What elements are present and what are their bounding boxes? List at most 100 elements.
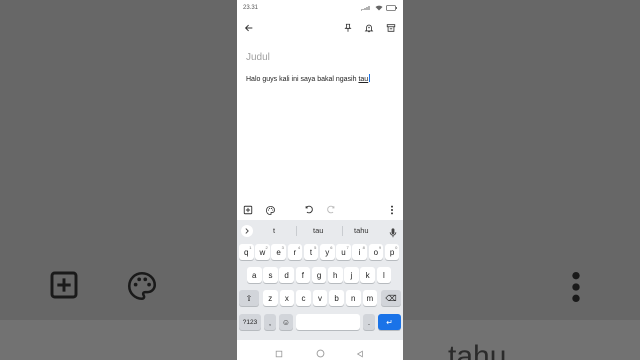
key-t[interactable]: t5 — [303, 244, 319, 260]
key-i[interactable]: i8 — [352, 244, 367, 260]
key-h[interactable]: h — [328, 267, 343, 283]
key-number-hint: 3 — [281, 245, 284, 250]
key-label: d — [284, 270, 289, 280]
on-screen-keyboard: t tau tahu q1w2e3r4t5y6u7i8o9p0 asdfghjk… — [237, 220, 403, 340]
key-label: i — [358, 247, 361, 257]
key-label: z — [268, 293, 273, 303]
key-label: c — [301, 293, 306, 303]
enter-key[interactable]: ↵ — [378, 314, 401, 330]
key-label: x — [284, 293, 289, 303]
key-y[interactable]: y6 — [320, 244, 335, 260]
comma-key[interactable]: , — [264, 314, 276, 330]
back-nav-icon[interactable] — [356, 345, 364, 360]
backspace-key[interactable]: ⌫ — [381, 290, 401, 306]
bell-icon[interactable] — [362, 21, 376, 35]
recents-nav-icon[interactable] — [275, 345, 283, 360]
archive-icon[interactable] — [384, 21, 398, 35]
key-d[interactable]: d — [279, 267, 294, 283]
status-time: 23.31 — [243, 5, 259, 11]
key-e[interactable]: e3 — [271, 244, 286, 260]
key-n[interactable]: n — [346, 290, 361, 306]
key-p[interactable]: p0 — [384, 244, 400, 260]
key-m[interactable]: m — [362, 290, 378, 306]
background-bar-right — [403, 320, 640, 360]
palette-icon[interactable] — [264, 204, 276, 216]
key-number-hint: 1 — [249, 245, 252, 250]
note-body-field[interactable]: Halo guys kali ini saya bakal ngasih tau — [246, 74, 371, 83]
suggestion-1[interactable]: t — [273, 226, 275, 235]
shift-key[interactable]: ⇧ — [239, 290, 259, 306]
suggestion-3[interactable]: tahu — [354, 226, 369, 235]
suggestion-2[interactable]: tau — [313, 226, 323, 235]
note-title-field[interactable]: Judul — [246, 52, 270, 63]
key-c[interactable]: c — [296, 290, 311, 306]
key-label: y — [325, 247, 330, 257]
key-label: s — [268, 270, 273, 280]
emoji-key[interactable]: ☺ — [279, 314, 293, 330]
background-left — [0, 0, 237, 360]
space-key[interactable] — [296, 314, 360, 330]
text-caret — [369, 74, 371, 82]
key-label: r — [293, 247, 297, 257]
key-u[interactable]: u7 — [336, 244, 351, 260]
redo-icon[interactable] — [325, 204, 337, 216]
suggestion-strip: t tau tahu — [237, 220, 403, 242]
key-x[interactable]: x — [279, 290, 295, 306]
key-label: v — [318, 293, 323, 303]
key-number-hint: 7 — [346, 245, 349, 250]
key-q[interactable]: q1 — [239, 244, 254, 260]
key-l[interactable]: l — [376, 267, 392, 283]
period-key[interactable]: . — [363, 314, 375, 330]
key-label: b — [334, 293, 339, 303]
editor-bottom-bar — [237, 202, 403, 218]
symbols-key[interactable]: ?123 — [239, 314, 261, 330]
key-f[interactable]: f — [295, 267, 311, 283]
key-number-hint: 2 — [265, 245, 268, 250]
key-s[interactable]: s — [263, 267, 278, 283]
undo-icon[interactable] — [303, 204, 315, 216]
microphone-icon[interactable] — [389, 225, 397, 243]
key-label: g — [316, 270, 322, 280]
system-nav-bar — [237, 340, 403, 360]
key-label: l — [382, 270, 385, 280]
add-box-icon[interactable] — [242, 204, 254, 216]
key-label: n — [351, 293, 356, 303]
note-body-text: Halo guys kali ini saya bakal ngasih — [246, 76, 359, 83]
key-label: j — [350, 270, 353, 280]
key-v[interactable]: v — [312, 290, 328, 306]
key-g[interactable]: g — [311, 267, 327, 283]
key-label: o — [373, 247, 379, 257]
battery-icon — [386, 5, 397, 11]
key-b[interactable]: b — [329, 290, 344, 306]
pin-icon[interactable] — [341, 21, 355, 35]
key-label: u — [341, 247, 346, 257]
key-r[interactable]: r4 — [287, 244, 303, 260]
phone-screen: 23.31 Judul Halo guys kali ini saya baka… — [237, 0, 403, 360]
key-label: t — [309, 247, 313, 257]
background-add-box-icon — [48, 269, 80, 306]
key-w[interactable]: w2 — [255, 244, 270, 260]
key-label: k — [365, 270, 370, 280]
key-k[interactable]: k — [360, 267, 375, 283]
key-j[interactable]: j — [344, 267, 359, 283]
more-vert-icon[interactable] — [386, 204, 398, 216]
background-palette-icon — [125, 269, 159, 308]
key-label: p — [389, 247, 395, 257]
background-more-vert-icon — [568, 270, 584, 309]
wifi-icon — [375, 5, 383, 11]
key-number-hint: 9 — [378, 245, 382, 250]
key-label: h — [333, 270, 338, 280]
key-number-hint: 6 — [330, 245, 333, 250]
key-label: e — [276, 247, 281, 257]
key-o[interactable]: o9 — [368, 244, 384, 260]
home-nav-icon[interactable] — [316, 345, 325, 360]
key-a[interactable]: a — [247, 267, 262, 283]
key-number-hint: 4 — [297, 245, 301, 250]
key-label: q — [244, 247, 249, 257]
key-number-hint: 8 — [362, 245, 365, 250]
status-icons — [360, 5, 397, 11]
chevron-right-icon[interactable] — [241, 225, 253, 237]
arrow-back-icon[interactable] — [242, 21, 256, 35]
background-right — [403, 0, 640, 360]
key-z[interactable]: z — [263, 290, 278, 306]
